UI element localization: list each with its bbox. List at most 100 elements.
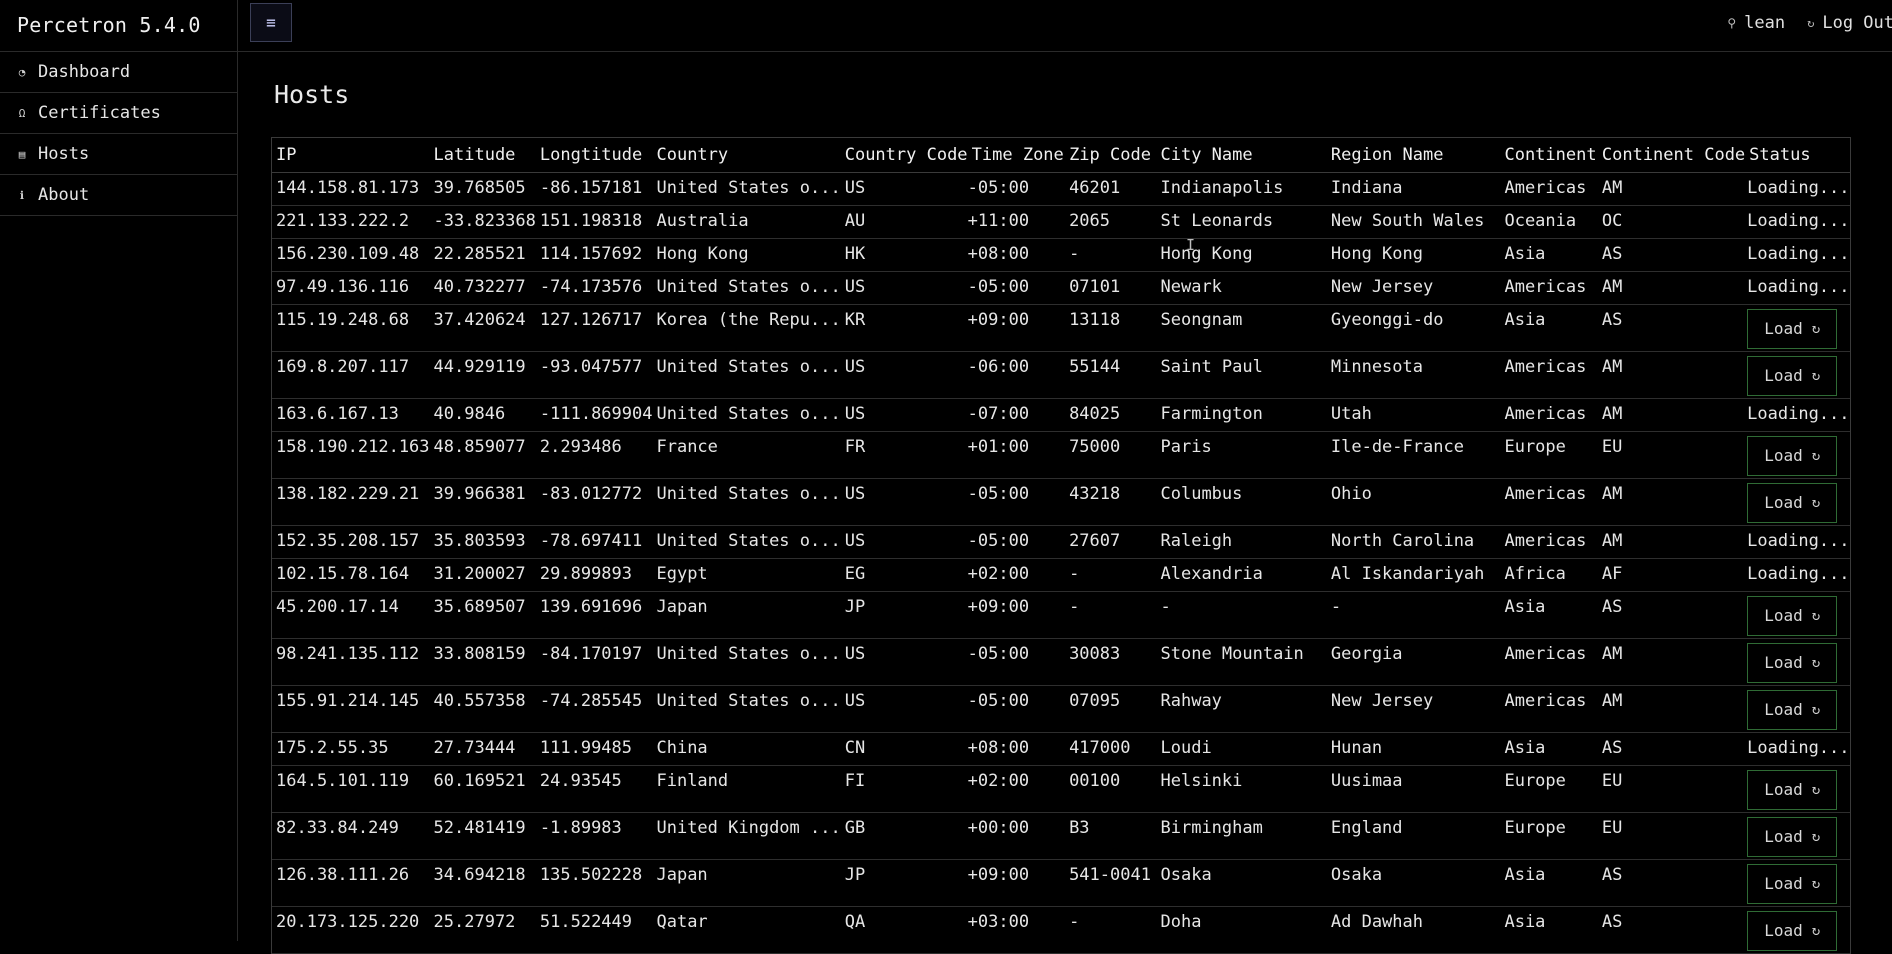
time-zone-cell: -05:00 xyxy=(967,525,1066,559)
continent-cell: Americas xyxy=(1500,478,1598,526)
table-row: 102.15.78.164 31.200027 29.899893 Egypt EG +0… xyxy=(272,558,1850,592)
ip-cell: 164.5.101.119 xyxy=(272,765,430,813)
status-cell: Load ↻ xyxy=(1745,812,1850,860)
zip-code-cell: - xyxy=(1065,591,1157,639)
ip-cell: 144.158.81.173 xyxy=(272,172,430,206)
continent-code-cell: AS xyxy=(1597,304,1746,352)
logout-button[interactable]: ↻ Log Out xyxy=(1807,13,1892,33)
status-cell: Load ↻ xyxy=(1745,638,1850,686)
loading-status: Loading... xyxy=(1747,403,1850,424)
country-cell: Qatar xyxy=(652,906,841,954)
refresh-icon: ↻ xyxy=(1811,320,1821,337)
region-cell: Hong Kong xyxy=(1326,238,1501,272)
city-cell: Saint Paul xyxy=(1156,351,1327,399)
column-header: Country xyxy=(652,138,841,173)
status-cell: Loading... xyxy=(1745,205,1850,239)
load-button[interactable]: Load ↻ xyxy=(1747,816,1838,857)
zip-code-cell: 541-0041 xyxy=(1065,859,1157,907)
load-button[interactable]: Load ↻ xyxy=(1747,482,1838,523)
table-row: 97.49.136.116 40.732277 -74.173576 United S… xyxy=(272,271,1850,305)
load-button[interactable]: Load ↻ xyxy=(1747,642,1838,683)
table-row: 45.200.17.14 35.689507 139.691696 Japan JP +0… xyxy=(272,591,1850,639)
loading-status: Loading... xyxy=(1747,243,1850,264)
ip-cell: 156.230.109.48 xyxy=(272,238,430,272)
load-label: Load xyxy=(1764,827,1803,846)
longitude-cell: 2.293486 xyxy=(535,431,653,479)
load-button[interactable]: Load ↻ xyxy=(1747,355,1838,396)
continent-cell: Oceania xyxy=(1500,205,1598,239)
country-code-cell: US xyxy=(840,638,968,686)
longitude-cell: -74.173576 xyxy=(535,271,653,305)
column-header: Latitude xyxy=(429,138,536,173)
country-code-cell: AU xyxy=(840,205,968,239)
load-label: Load xyxy=(1764,606,1803,625)
time-zone-cell: +03:00 xyxy=(967,906,1066,954)
longitude-cell: -93.047577 xyxy=(535,351,653,399)
country-code-cell: QA xyxy=(840,906,968,954)
city-cell: Helsinki xyxy=(1156,765,1327,813)
country-code-cell: HK xyxy=(840,238,968,272)
longitude-cell: 29.899893 xyxy=(535,558,653,592)
longitude-cell: -111.869904 xyxy=(535,398,653,432)
load-button[interactable]: Load ↻ xyxy=(1747,769,1838,810)
country-cell: United States o... xyxy=(652,351,841,399)
sidebar-item-dashboard[interactable]: ◔ Dashboard xyxy=(0,52,237,93)
latitude-cell: 40.732277 xyxy=(429,271,536,305)
status-cell: Load ↻ xyxy=(1745,765,1850,813)
load-button[interactable]: Load ↻ xyxy=(1747,863,1838,904)
load-button[interactable]: Load ↻ xyxy=(1747,689,1838,730)
continent-code-cell: AS xyxy=(1597,238,1746,272)
continent-cell: Europe xyxy=(1500,431,1598,479)
country-code-cell: CN xyxy=(840,732,968,766)
city-cell: Columbus xyxy=(1156,478,1327,526)
status-cell: Loading... xyxy=(1745,398,1850,432)
latitude-cell: 22.285521 xyxy=(429,238,536,272)
latitude-cell: 37.420624 xyxy=(429,304,536,352)
status-cell: Loading... xyxy=(1745,238,1850,272)
column-header: Region Name xyxy=(1326,138,1501,173)
latitude-cell: 25.27972 xyxy=(429,906,536,954)
sidebar-item-certificates[interactable]: Ω Certificates xyxy=(0,93,237,134)
load-button[interactable]: Load ↻ xyxy=(1747,595,1838,636)
loading-status: Loading... xyxy=(1747,530,1850,551)
sidebar-item-label: About xyxy=(38,185,90,205)
load-button[interactable]: Load ↻ xyxy=(1747,308,1838,349)
zip-code-cell: - xyxy=(1065,558,1157,592)
load-button[interactable]: Load ↻ xyxy=(1747,910,1838,951)
continent-cell: Americas xyxy=(1500,525,1598,559)
country-code-cell: JP xyxy=(840,859,968,907)
sidebar-item-about[interactable]: ℹ About xyxy=(0,175,237,216)
load-button[interactable]: Load ↻ xyxy=(1747,435,1838,476)
ip-cell: 45.200.17.14 xyxy=(272,591,430,639)
time-zone-cell: +09:00 xyxy=(967,591,1066,639)
city-cell: Farmington xyxy=(1156,398,1327,432)
country-code-cell: US xyxy=(840,351,968,399)
column-header: Time Zone xyxy=(967,138,1066,173)
region-cell: Gyeonggi-do xyxy=(1326,304,1501,352)
country-cell: United Kingdom ... xyxy=(652,812,841,860)
latitude-cell: 40.9846 xyxy=(429,398,536,432)
country-cell: United States o... xyxy=(652,172,841,206)
ip-cell: 169.8.207.117 xyxy=(272,351,430,399)
country-cell: China xyxy=(652,732,841,766)
load-label: Load xyxy=(1764,446,1803,465)
sidebar-item-hosts[interactable]: ▤ Hosts xyxy=(0,134,237,175)
dashboard-icon: ◔ xyxy=(18,65,26,79)
table-row: 156.230.109.48 22.285521 114.157692 Hong Ko… xyxy=(272,238,1850,272)
page-title: Hosts xyxy=(274,80,350,109)
country-code-cell: EG xyxy=(840,558,968,592)
city-cell: - xyxy=(1156,591,1327,639)
latitude-cell: 44.929119 xyxy=(429,351,536,399)
user-menu[interactable]: ⚲ lean xyxy=(1727,13,1785,33)
menu-toggle-button[interactable]: ≡ xyxy=(250,3,292,42)
ip-cell: 126.38.111.26 xyxy=(272,859,430,907)
region-cell: Ohio xyxy=(1326,478,1501,526)
city-cell: Alexandria xyxy=(1156,558,1327,592)
load-label: Load xyxy=(1764,874,1803,893)
column-header: Country Code xyxy=(840,138,968,173)
country-cell: France xyxy=(652,431,841,479)
country-code-cell: KR xyxy=(840,304,968,352)
refresh-icon: ↻ xyxy=(1811,494,1821,511)
zip-code-cell: 55144 xyxy=(1065,351,1157,399)
region-cell: Indiana xyxy=(1326,172,1501,206)
